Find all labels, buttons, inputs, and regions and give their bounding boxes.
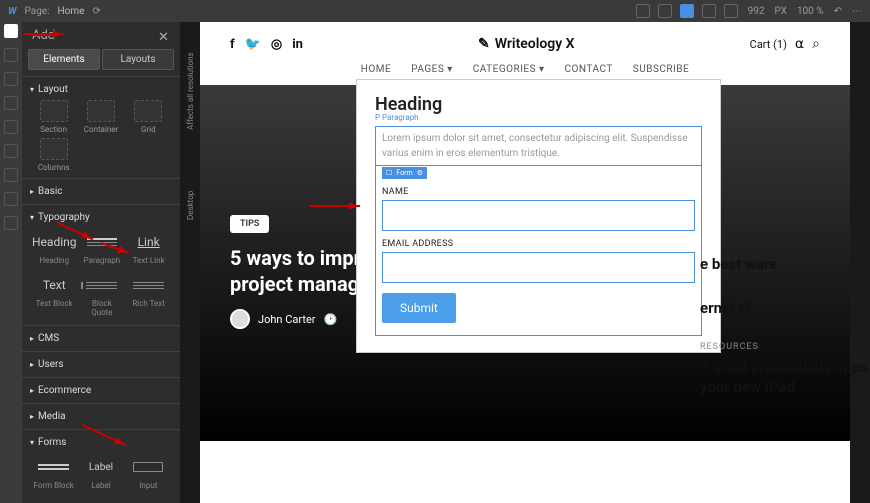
element-textblock[interactable]: TextText Block <box>30 269 79 321</box>
nav-categories[interactable]: CATEGORIES ▾ <box>473 64 545 75</box>
close-icon[interactable]: ✕ <box>158 30 170 42</box>
add-element-icon[interactable] <box>4 24 18 38</box>
section-cms-header[interactable]: CMS <box>30 330 172 347</box>
nav-home[interactable]: HOME <box>361 64 391 75</box>
card-item[interactable]: RESOURCES 7 great productivity apps for … <box>700 342 870 397</box>
panel-title: Add <box>32 28 55 43</box>
clock-icon: 🕑 <box>324 313 338 326</box>
device-mobile-landscape-icon[interactable] <box>702 4 716 18</box>
element-container[interactable]: Container <box>77 98 124 136</box>
element-section[interactable]: Section <box>30 98 77 136</box>
modal-paragraph[interactable]: Lorem ipsum dolor sit amet, consectetur … <box>375 126 702 166</box>
section-users: Users <box>22 351 180 377</box>
device-tablet-icon[interactable] <box>680 4 694 18</box>
resolution-label: Affects all resolutions <box>186 52 195 130</box>
nav-subscribe[interactable]: SUBSCRIBE <box>633 64 689 75</box>
components-icon[interactable] <box>4 96 18 110</box>
linkedin-icon[interactable]: in <box>292 37 303 52</box>
search-icon[interactable]: ⌕ <box>812 36 820 52</box>
canvas-width[interactable]: 992 <box>748 6 765 17</box>
section-forms-header[interactable]: Forms <box>30 434 172 451</box>
device-mobile-icon[interactable] <box>724 4 738 18</box>
submit-button[interactable]: Submit <box>382 293 456 323</box>
element-paragraph[interactable]: Paragraph <box>79 226 126 269</box>
element-input[interactable]: Input <box>125 451 172 494</box>
category-badge[interactable]: TIPS <box>230 215 269 233</box>
section-media-header[interactable]: Media <box>30 408 172 425</box>
email-input[interactable] <box>382 252 695 283</box>
tab-layouts[interactable]: Layouts <box>102 49 174 70</box>
section-layout-header[interactable]: Layout <box>30 81 172 98</box>
left-toolbar <box>0 22 22 503</box>
device-switcher <box>636 4 738 18</box>
card-item[interactable]: ernet rk <box>700 299 870 319</box>
section-forms: Forms Form Block LabelLabel Input <box>22 429 180 498</box>
section-basic-header[interactable]: Basic <box>30 183 172 200</box>
name-input[interactable] <box>382 200 695 231</box>
element-richtext[interactable]: Rich Text <box>125 269 172 321</box>
breakpoint-label: Desktop <box>186 191 195 220</box>
pen-icon: ✎ <box>478 36 490 52</box>
section-ecommerce: Ecommerce <box>22 377 180 403</box>
author-avatar <box>230 309 250 329</box>
element-heading[interactable]: HeadingHeading <box>30 226 79 269</box>
more-icon[interactable]: ⋯ <box>852 6 862 17</box>
hero-section: TIPS 5 ways to improve your project mana… <box>200 85 850 441</box>
refresh-icon[interactable]: ⟳ <box>92 6 100 17</box>
card-tag: RESOURCES <box>700 342 870 352</box>
section-typography-header[interactable]: Typography <box>30 209 172 226</box>
facebook-icon[interactable]: f <box>230 37 235 52</box>
cms-icon[interactable] <box>4 120 18 134</box>
ecommerce-icon[interactable] <box>4 144 18 158</box>
main-nav: HOME PAGES ▾ CATEGORIES ▾ CONTACT SUBSCR… <box>230 64 820 75</box>
tab-elements[interactable]: Elements <box>28 49 100 70</box>
top-bar: W Page: Home ⟳ 992 PX 100 % ↶ ⋯ <box>0 0 870 22</box>
user-icon[interactable]: ⍺ <box>795 36 804 52</box>
element-grid[interactable]: Grid <box>125 98 172 136</box>
nav-contact[interactable]: CONTACT <box>565 64 613 75</box>
form-modal: Heading P Paragraph Lorem ipsum dolor si… <box>357 80 720 352</box>
nav-pages[interactable]: PAGES ▾ <box>411 64 453 75</box>
gear-icon: ⚙ <box>417 169 423 177</box>
device-desktop-wide-icon[interactable] <box>636 4 650 18</box>
section-media: Media <box>22 403 180 429</box>
webflow-logo-icon[interactable]: W <box>8 6 17 17</box>
twitter-icon[interactable]: 🐦 <box>245 37 261 52</box>
settings-icon[interactable] <box>4 216 18 230</box>
page-name[interactable]: Home <box>58 6 85 17</box>
site-logo[interactable]: ✎ Writeology X <box>478 36 575 52</box>
social-icons: f 🐦 ◎ in <box>230 37 303 52</box>
email-label: EMAIL ADDRESS <box>382 239 695 249</box>
navigator-icon[interactable] <box>4 72 18 86</box>
undo-icon[interactable]: ↶ <box>834 6 842 17</box>
element-blockquote[interactable]: Block Quote <box>79 269 126 321</box>
pages-icon[interactable] <box>4 48 18 62</box>
card-item[interactable]: e best ware <box>700 255 870 275</box>
instagram-icon[interactable]: ◎ <box>271 37 282 52</box>
modal-heading[interactable]: Heading <box>375 94 702 115</box>
name-label: NAME <box>382 187 695 197</box>
element-formblock[interactable]: Form Block <box>30 451 77 494</box>
users-icon[interactable] <box>4 168 18 182</box>
zoom-level[interactable]: 100 % <box>797 6 824 17</box>
sidebar-cards: e best ware ernet rk RESOURCES 7 great p… <box>700 255 870 421</box>
section-users-header[interactable]: Users <box>30 356 172 373</box>
page-label: Page: <box>25 6 50 17</box>
form-element-tag[interactable]: ☐Form⚙ <box>382 167 427 179</box>
author-name: John Carter <box>258 313 316 326</box>
section-basic: Basic <box>22 178 180 204</box>
section-ecommerce-header[interactable]: Ecommerce <box>30 382 172 399</box>
section-layout: Layout Section Container Grid Columns <box>22 76 180 178</box>
device-desktop-icon[interactable] <box>658 4 672 18</box>
assets-icon[interactable] <box>4 192 18 206</box>
design-canvas: f 🐦 ◎ in ✎ Writeology X Cart (1) ⍺ ⌕ HOM… <box>200 22 850 503</box>
element-textlink[interactable]: LinkText Link <box>125 226 172 269</box>
width-unit: PX <box>775 6 787 17</box>
section-cms: CMS <box>22 325 180 351</box>
section-typography: Typography HeadingHeading Paragraph Link… <box>22 204 180 325</box>
element-label[interactable]: LabelLabel <box>77 451 124 494</box>
element-columns[interactable]: Columns <box>30 136 77 174</box>
elements-panel: Add ✕ Elements Layouts Layout Section Co… <box>22 22 180 503</box>
cart-link[interactable]: Cart (1) <box>750 38 787 51</box>
